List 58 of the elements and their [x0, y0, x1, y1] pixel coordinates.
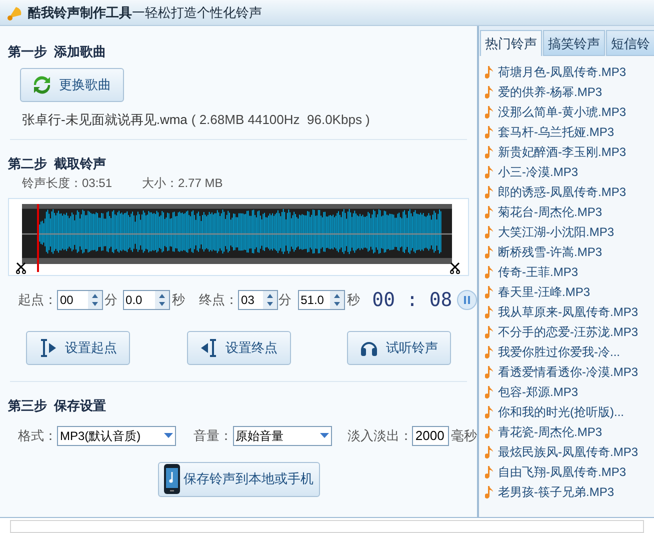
dropdown[interactable]: 原始音量: [232, 426, 332, 446]
file-name: 张卓行-未见面就说再见.wma: [22, 110, 188, 128]
ringtone-item[interactable]: 老男孩-筷子兄弟.MP3: [498, 483, 614, 501]
save-ringtone-button[interactable]: 保存铃声到本地或手机: [158, 462, 320, 496]
ringtone-item[interactable]: 传奇-王菲.MP3: [498, 263, 578, 281]
start-point-button[interactable]: 设置起点: [26, 331, 130, 365]
field-label: 格式：: [18, 426, 57, 445]
ringtone-item[interactable]: 青花瓷-周杰伦.MP3: [498, 423, 602, 441]
section-heading: 第三步 保存设置: [8, 398, 106, 413]
ringtone-item[interactable]: 爱的供养-杨幂.MP3: [498, 83, 602, 101]
field-label: 起点：: [18, 291, 57, 309]
unit-label: 秒: [172, 291, 186, 309]
section-heading: 第二步 截取铃声: [8, 156, 106, 171]
number-spinner[interactable]: 03: [238, 290, 278, 310]
ringtone-item[interactable]: 郎的诱惑-凤凰传奇.MP3: [498, 183, 626, 201]
length-value: 03:51: [82, 174, 112, 192]
unit-label: 秒: [347, 291, 360, 309]
file-info: ( 2.68MB 44100Hz 96.0Kbps ): [191, 110, 370, 129]
change-song-button[interactable]: 更换歌曲: [20, 68, 124, 102]
window-title: 酷我铃声制作工具一轻松打造个性化铃声: [28, 4, 262, 22]
tab[interactable]: 短信铃: [606, 30, 654, 56]
field-label: 音量：: [194, 426, 233, 445]
unit-label: 分: [278, 291, 292, 309]
fade-input[interactable]: 2000: [412, 426, 449, 446]
ringtone-item[interactable]: 新贵妃醉酒-李玉刚.MP3: [498, 143, 626, 161]
section-heading: 第一步 添加歌曲: [8, 44, 106, 59]
ringtone-item[interactable]: 我从草原来-凤凰传奇.MP3: [498, 303, 638, 321]
ringtone-item[interactable]: 断桥残雪-许嵩.MP3: [498, 243, 602, 261]
elapsed-timer: 00 : 08: [372, 288, 452, 312]
size-label: 大小：: [142, 174, 178, 192]
ringtone-item[interactable]: 看透爱情看透你-冷漠.MP3: [498, 363, 638, 381]
field-label: 淡入淡出：: [347, 426, 412, 445]
tab[interactable]: 热门铃声: [480, 30, 542, 56]
ringtone-item[interactable]: 没那么简单-黄小琥.MP3: [498, 103, 626, 121]
ringtone-item[interactable]: 最炫民族风-凤凰传奇.MP3: [498, 443, 638, 461]
ringtone-item[interactable]: 荷塘月色-凤凰传奇.MP3: [498, 63, 626, 81]
ringtone-item[interactable]: 我爱你胜过你爱我-冷...: [498, 343, 620, 361]
unit-label: 分: [104, 291, 118, 309]
ringtone-item[interactable]: 春天里-汪峰.MP3: [498, 283, 590, 301]
size-value: 2.77 MB: [178, 174, 223, 192]
ringtone-item[interactable]: 菊花台-周杰伦.MP3: [498, 203, 602, 221]
field-label: 终点：: [199, 291, 238, 309]
ringtone-item[interactable]: 你和我的时光(抢听版)...: [498, 403, 624, 421]
ringtone-item[interactable]: 不分手的恋爱-汪苏泷.MP3: [498, 323, 638, 341]
dropdown[interactable]: MP3(默认音质): [57, 426, 176, 446]
unit-label: 毫秒: [451, 426, 477, 445]
number-spinner[interactable]: 0.0: [122, 290, 170, 310]
tab[interactable]: 搞笑铃声: [543, 30, 605, 56]
ringtone-item[interactable]: 自由飞翔-凤凰传奇.MP3: [498, 463, 626, 481]
end-point-button[interactable]: 设置终点: [186, 331, 290, 365]
number-spinner[interactable]: 00: [57, 290, 103, 310]
ringtone-item[interactable]: 大笑江湖-小沈阳.MP3: [498, 223, 614, 241]
ringtone-item[interactable]: 小三-冷漠.MP3: [498, 163, 578, 181]
length-label: 铃声长度：: [22, 174, 82, 192]
ringtone-item[interactable]: 包容-郑源.MP3: [498, 383, 578, 401]
preview-button[interactable]: 试听铃声: [347, 331, 451, 365]
ringtone-item[interactable]: 套马杆-乌兰托娅.MP3: [498, 123, 614, 141]
number-spinner[interactable]: 51.0: [298, 290, 346, 310]
